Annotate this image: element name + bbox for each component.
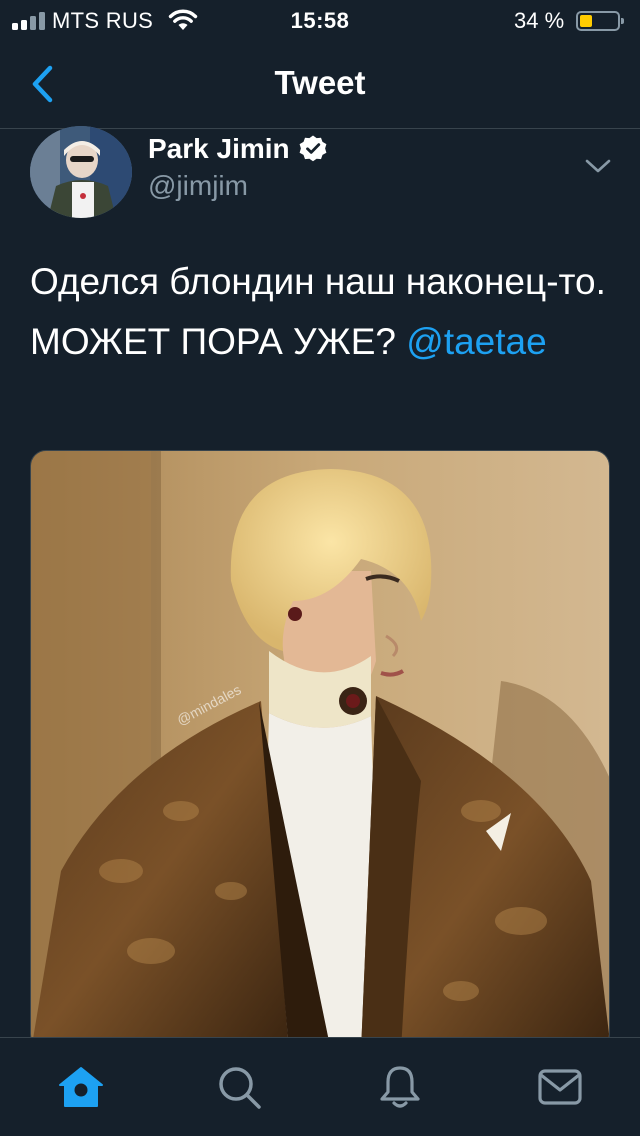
author-name[interactable]: Park Jimin — [148, 133, 328, 165]
bell-icon — [380, 1066, 420, 1108]
home-icon — [59, 1067, 103, 1107]
tab-notifications[interactable] — [375, 1062, 425, 1112]
mention-link[interactable]: @taetae — [406, 321, 546, 362]
media-photo: @mindales — [31, 451, 609, 1049]
chevron-down-icon[interactable] — [584, 156, 612, 176]
status-bar: MTS RUS 15:58 34 % — [0, 0, 640, 40]
tweet-media-image[interactable]: @mindales — [30, 450, 610, 1050]
page-title: Tweet — [274, 64, 366, 101]
verified-badge-icon — [299, 135, 327, 162]
tweet-detail-screen: MTS RUS 15:58 34 % Tweet Park Jimin @jim… — [0, 0, 640, 1136]
bottom-tab-bar — [0, 1037, 640, 1136]
battery-percentage: 34 % — [514, 8, 565, 33]
avatar-photo — [30, 126, 132, 218]
avatar[interactable] — [30, 126, 132, 218]
search-icon — [219, 1067, 261, 1109]
mail-icon — [538, 1069, 582, 1105]
tweet-text: Оделся блондин наш наконец-то. МОЖЕТ ПОР… — [30, 252, 610, 372]
navigation-bar: Tweet — [0, 40, 640, 129]
battery-icon — [576, 11, 624, 31]
tab-messages[interactable] — [535, 1062, 585, 1112]
author-name-text: Park Jimin — [148, 133, 290, 164]
battery-level-fill — [580, 15, 592, 27]
tab-search[interactable] — [214, 1062, 264, 1112]
tab-home[interactable] — [56, 1062, 106, 1112]
author-handle[interactable]: @jimjim — [148, 170, 248, 202]
